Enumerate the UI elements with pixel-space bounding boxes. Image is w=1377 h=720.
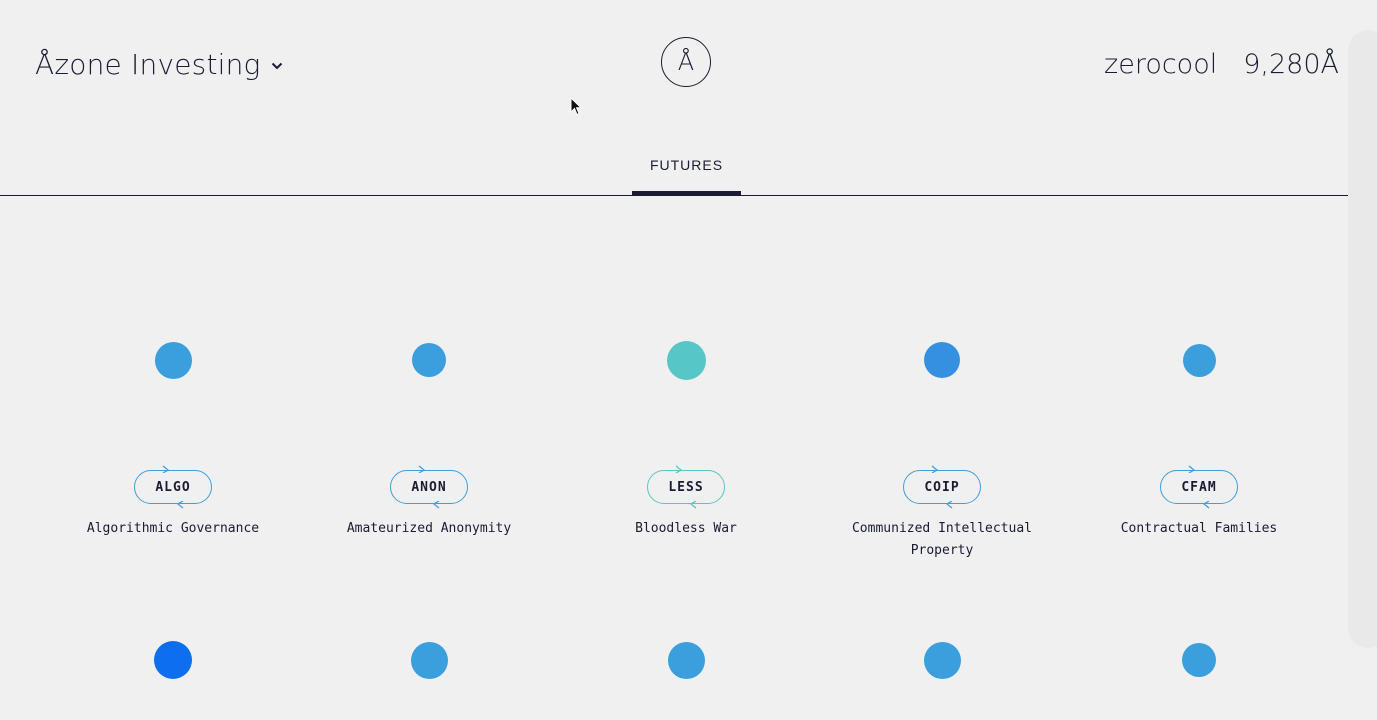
brand-menu[interactable]: Åzone Investing bbox=[35, 43, 285, 85]
future-indicator-dot bbox=[1182, 343, 1216, 377]
ticker-badge[interactable]: CFAM bbox=[1160, 465, 1238, 509]
cycle-arrow-icon bbox=[162, 465, 170, 473]
ticker-badge[interactable]: COIP bbox=[903, 465, 981, 509]
ticker-badge[interactable]: ALGO bbox=[134, 465, 212, 509]
cycle-arrow-icon bbox=[931, 465, 939, 473]
mouse-cursor-icon bbox=[570, 97, 582, 116]
ticker-symbol: COIP bbox=[924, 479, 960, 495]
future-card[interactable]: ALGO Algorithmic Governance bbox=[53, 195, 293, 575]
ticker-badge[interactable]: ANON bbox=[390, 465, 468, 509]
cycle-arrow-icon bbox=[945, 501, 953, 509]
future-name: Bloodless War bbox=[635, 521, 737, 536]
balance: 9,280Å bbox=[1243, 48, 1339, 80]
future-name: Communized Intellectual Property bbox=[851, 521, 1032, 558]
future-indicator-dot bbox=[924, 342, 960, 378]
future-card[interactable]: COIP Communized Intellectual Property bbox=[822, 195, 1062, 575]
cycle-arrow-icon bbox=[1202, 501, 1210, 509]
tab-futures[interactable]: FUTURES bbox=[632, 130, 741, 195]
future-indicator-dot bbox=[1182, 643, 1216, 677]
header: Åzone Investing Å zerocool 9,280Å bbox=[0, 0, 1377, 130]
logo-glyph: Å bbox=[677, 48, 695, 76]
chevron-down-icon bbox=[271, 62, 282, 70]
future-card[interactable] bbox=[309, 595, 549, 720]
cycle-arrow-icon bbox=[418, 465, 426, 473]
future-indicator-dot bbox=[154, 641, 192, 679]
cycle-arrow-icon bbox=[176, 501, 184, 509]
future-indicator-dot bbox=[666, 340, 706, 380]
future-card[interactable]: LESS Bloodless War bbox=[566, 195, 806, 575]
future-indicator-dot bbox=[667, 641, 705, 679]
ticker-symbol: ALGO bbox=[155, 479, 191, 495]
cycle-arrow-icon bbox=[1188, 465, 1196, 473]
cycle-arrow-icon bbox=[432, 501, 440, 509]
cycle-arrow-icon bbox=[689, 501, 697, 509]
futures-grid: ALGO Algorithmic Governance ANON Amateurize… bbox=[0, 195, 1348, 720]
user-info: zerocool 9,280Å bbox=[1104, 43, 1339, 85]
future-card[interactable] bbox=[566, 595, 806, 720]
future-indicator-dot bbox=[923, 641, 961, 679]
cycle-arrow-icon bbox=[675, 465, 683, 473]
username[interactable]: zerocool bbox=[1104, 49, 1217, 80]
future-name: Algorithmic Governance bbox=[86, 521, 260, 536]
future-indicator-dot bbox=[410, 641, 448, 679]
future-card[interactable]: ANON Amateurized Anonymity bbox=[309, 195, 549, 575]
future-indicator-dot bbox=[154, 341, 192, 379]
brand-name: Åzone Investing bbox=[35, 47, 261, 81]
future-card[interactable] bbox=[53, 595, 293, 720]
logo[interactable]: Å bbox=[661, 37, 711, 87]
ticker-symbol: ANON bbox=[411, 479, 447, 495]
ticker-symbol: LESS bbox=[668, 479, 704, 495]
future-card[interactable] bbox=[822, 595, 1062, 720]
ticker-badge[interactable]: LESS bbox=[647, 465, 725, 509]
side-scroll-panel[interactable] bbox=[1348, 30, 1377, 648]
tab-label: FUTURES bbox=[649, 157, 724, 173]
future-indicator-dot bbox=[412, 343, 446, 377]
tab-bar: FUTURES bbox=[0, 130, 1377, 196]
future-name: Amateurized Anonymity bbox=[346, 521, 512, 536]
future-name: Contractual Families bbox=[1120, 521, 1278, 536]
ticker-symbol: CFAM bbox=[1181, 479, 1217, 495]
future-card[interactable]: CFAM Contractual Families bbox=[1079, 195, 1319, 575]
future-card[interactable] bbox=[1079, 595, 1319, 720]
